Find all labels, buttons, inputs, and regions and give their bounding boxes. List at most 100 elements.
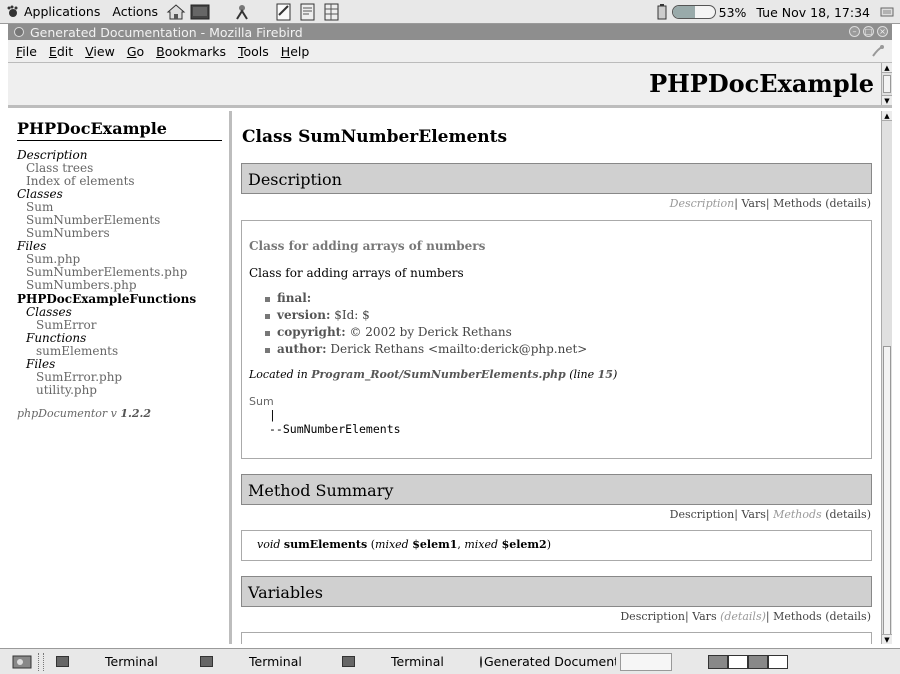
param-name: $elem2 xyxy=(501,538,547,551)
task-button[interactable]: Terminal xyxy=(334,652,472,672)
nav-link-sub-file[interactable]: utility.php xyxy=(17,384,220,397)
throbber-icon xyxy=(872,45,884,57)
show-desktop-icon[interactable] xyxy=(12,654,32,670)
clock[interactable]: Tue Nov 18, 17:34 xyxy=(756,5,870,20)
method-return-type: void xyxy=(257,538,281,551)
link-vars[interactable]: Vars xyxy=(741,197,765,210)
left-nav-frame: PHPDocExample Description Class trees In… xyxy=(8,111,232,644)
menu-view[interactable]: View xyxy=(85,44,115,59)
method-name[interactable]: sumElements xyxy=(284,538,367,551)
keyboard-icon[interactable] xyxy=(880,6,894,18)
task-button-active[interactable]: Generated Document: xyxy=(476,652,616,672)
content-scrollbar[interactable]: ▲ ▼ xyxy=(881,111,892,644)
header-title: PHPDocExample xyxy=(649,69,874,98)
taskbar-handle[interactable] xyxy=(38,652,44,671)
link-separator: | xyxy=(734,197,738,210)
text-editor-launcher-icon[interactable] xyxy=(274,3,294,21)
generator-credit: phpDocumentor v 1.2.2 xyxy=(17,407,220,420)
link-details[interactable]: (details) xyxy=(720,610,766,623)
menu-tools[interactable]: Tools xyxy=(238,44,269,59)
scroll-down-arrow-icon[interactable]: ▼ xyxy=(882,634,892,644)
scroll-up-arrow-icon[interactable]: ▲ xyxy=(882,63,892,73)
scroll-thumb[interactable] xyxy=(883,75,891,93)
system-monitor-applet[interactable] xyxy=(620,652,672,671)
workspace-3[interactable] xyxy=(748,654,768,669)
located-prefix: Located in xyxy=(249,368,312,381)
scroll-thumb[interactable] xyxy=(883,346,891,636)
home-folder-launcher-icon[interactable] xyxy=(166,3,186,21)
workspace-1[interactable] xyxy=(708,654,728,669)
scroll-down-arrow-icon[interactable]: ▼ xyxy=(882,95,892,105)
link-methods[interactable]: Methods xyxy=(773,508,822,521)
workspace-4[interactable] xyxy=(768,654,788,669)
writer-launcher-icon[interactable] xyxy=(298,3,318,21)
battery-fill xyxy=(672,6,695,18)
workspace-switcher[interactable] xyxy=(708,654,788,669)
tag-value: Derick Rethans <mailto:derick@php.net> xyxy=(330,342,588,356)
tag-item: version: $Id: $ xyxy=(265,307,864,324)
class-tree-pipe: | xyxy=(269,408,276,422)
nav-link-file[interactable]: SumNumbers.php xyxy=(17,279,220,292)
link-methods[interactable]: Methods xyxy=(773,197,822,210)
link-methods[interactable]: Methods xyxy=(773,610,822,623)
description-box: Class for adding arrays of numbers Class… xyxy=(241,220,872,459)
maximize-button[interactable]: □ xyxy=(863,26,874,37)
class-tree-root[interactable]: Sum xyxy=(249,395,864,408)
window-titlebar[interactable]: Generated Documentation - Mozilla Firebi… xyxy=(8,24,892,40)
workspace-2[interactable] xyxy=(728,654,748,669)
scroll-up-arrow-icon[interactable]: ▲ xyxy=(882,111,892,121)
battery-percent: 53% xyxy=(718,4,747,20)
located-file-link[interactable]: Program_Root/SumNumberElements.php xyxy=(311,368,566,381)
main-content-frame: Class SumNumberElements Description Desc… xyxy=(235,111,892,644)
link-description[interactable]: Description xyxy=(620,610,685,623)
actions-label: Actions xyxy=(112,4,159,19)
task-button[interactable]: Terminal xyxy=(48,652,188,672)
long-description: Class for adding arrays of numbers xyxy=(249,266,464,280)
tag-list: final: version: $Id: $ copyright: © 2002… xyxy=(265,290,864,358)
window-menu-icon[interactable] xyxy=(14,27,24,37)
nav-subpackage-title: PHPDocExampleFunctions xyxy=(17,292,197,306)
link-details[interactable]: (details) xyxy=(825,197,871,210)
gimp-launcher-icon[interactable] xyxy=(232,3,252,21)
method-summary-links: Description| Vars| Methods (details) xyxy=(670,508,871,521)
link-separator: | xyxy=(765,610,770,623)
method-summary-heading: Method Summary xyxy=(241,474,872,505)
method-open-paren: ( xyxy=(367,538,376,551)
located-in: Located in Program_Root/SumNumberElement… xyxy=(249,368,864,381)
class-title: Class SumNumberElements xyxy=(242,127,508,147)
bottom-taskbar: Terminal Terminal Terminal Generated Doc… xyxy=(0,648,900,674)
variables-heading: Variables xyxy=(241,576,872,607)
nav-link-class[interactable]: SumNumbers xyxy=(17,227,220,240)
applications-menu[interactable]: Applications xyxy=(0,0,106,24)
actions-menu[interactable]: Actions xyxy=(106,0,164,24)
terminal-icon xyxy=(200,656,213,667)
header-scrollbar[interactable]: ▲ ▼ xyxy=(881,63,892,105)
battery-icon xyxy=(657,4,667,20)
param-type: mixed xyxy=(375,538,409,551)
battery-meter xyxy=(671,5,716,19)
task-button[interactable]: Terminal xyxy=(192,652,330,672)
menu-file[interactable]: File xyxy=(16,44,37,59)
spreadsheet-launcher-icon[interactable] xyxy=(322,3,342,21)
method-signature[interactable]: void sumElements (mixed $elem1, mixed $e… xyxy=(257,538,856,551)
link-details[interactable]: (details) xyxy=(825,508,871,521)
method-close-paren: ) xyxy=(546,538,551,551)
close-button[interactable]: × xyxy=(877,26,888,37)
menu-help[interactable]: Help xyxy=(281,44,310,59)
tag-item: copyright: © 2002 by Derick Rethans xyxy=(265,324,864,341)
link-details[interactable]: (details) xyxy=(825,610,871,623)
link-vars[interactable]: Vars xyxy=(692,610,716,623)
menu-edit[interactable]: Edit xyxy=(49,44,73,59)
menu-bookmarks[interactable]: Bookmarks xyxy=(156,44,226,59)
terminal-icon xyxy=(342,656,355,667)
tag-name: final: xyxy=(277,291,312,305)
link-vars[interactable]: Vars xyxy=(741,508,765,521)
terminal-launcher-icon[interactable] xyxy=(190,3,210,21)
menu-go[interactable]: Go xyxy=(127,44,144,59)
minimize-button[interactable]: – xyxy=(849,26,860,37)
variables-box xyxy=(241,632,872,644)
tag-item: author: Derick Rethans <mailto:derick@ph… xyxy=(265,341,864,358)
link-description[interactable]: Description xyxy=(670,508,735,521)
link-description[interactable]: Description xyxy=(670,197,735,210)
located-line: 15 xyxy=(597,368,613,381)
